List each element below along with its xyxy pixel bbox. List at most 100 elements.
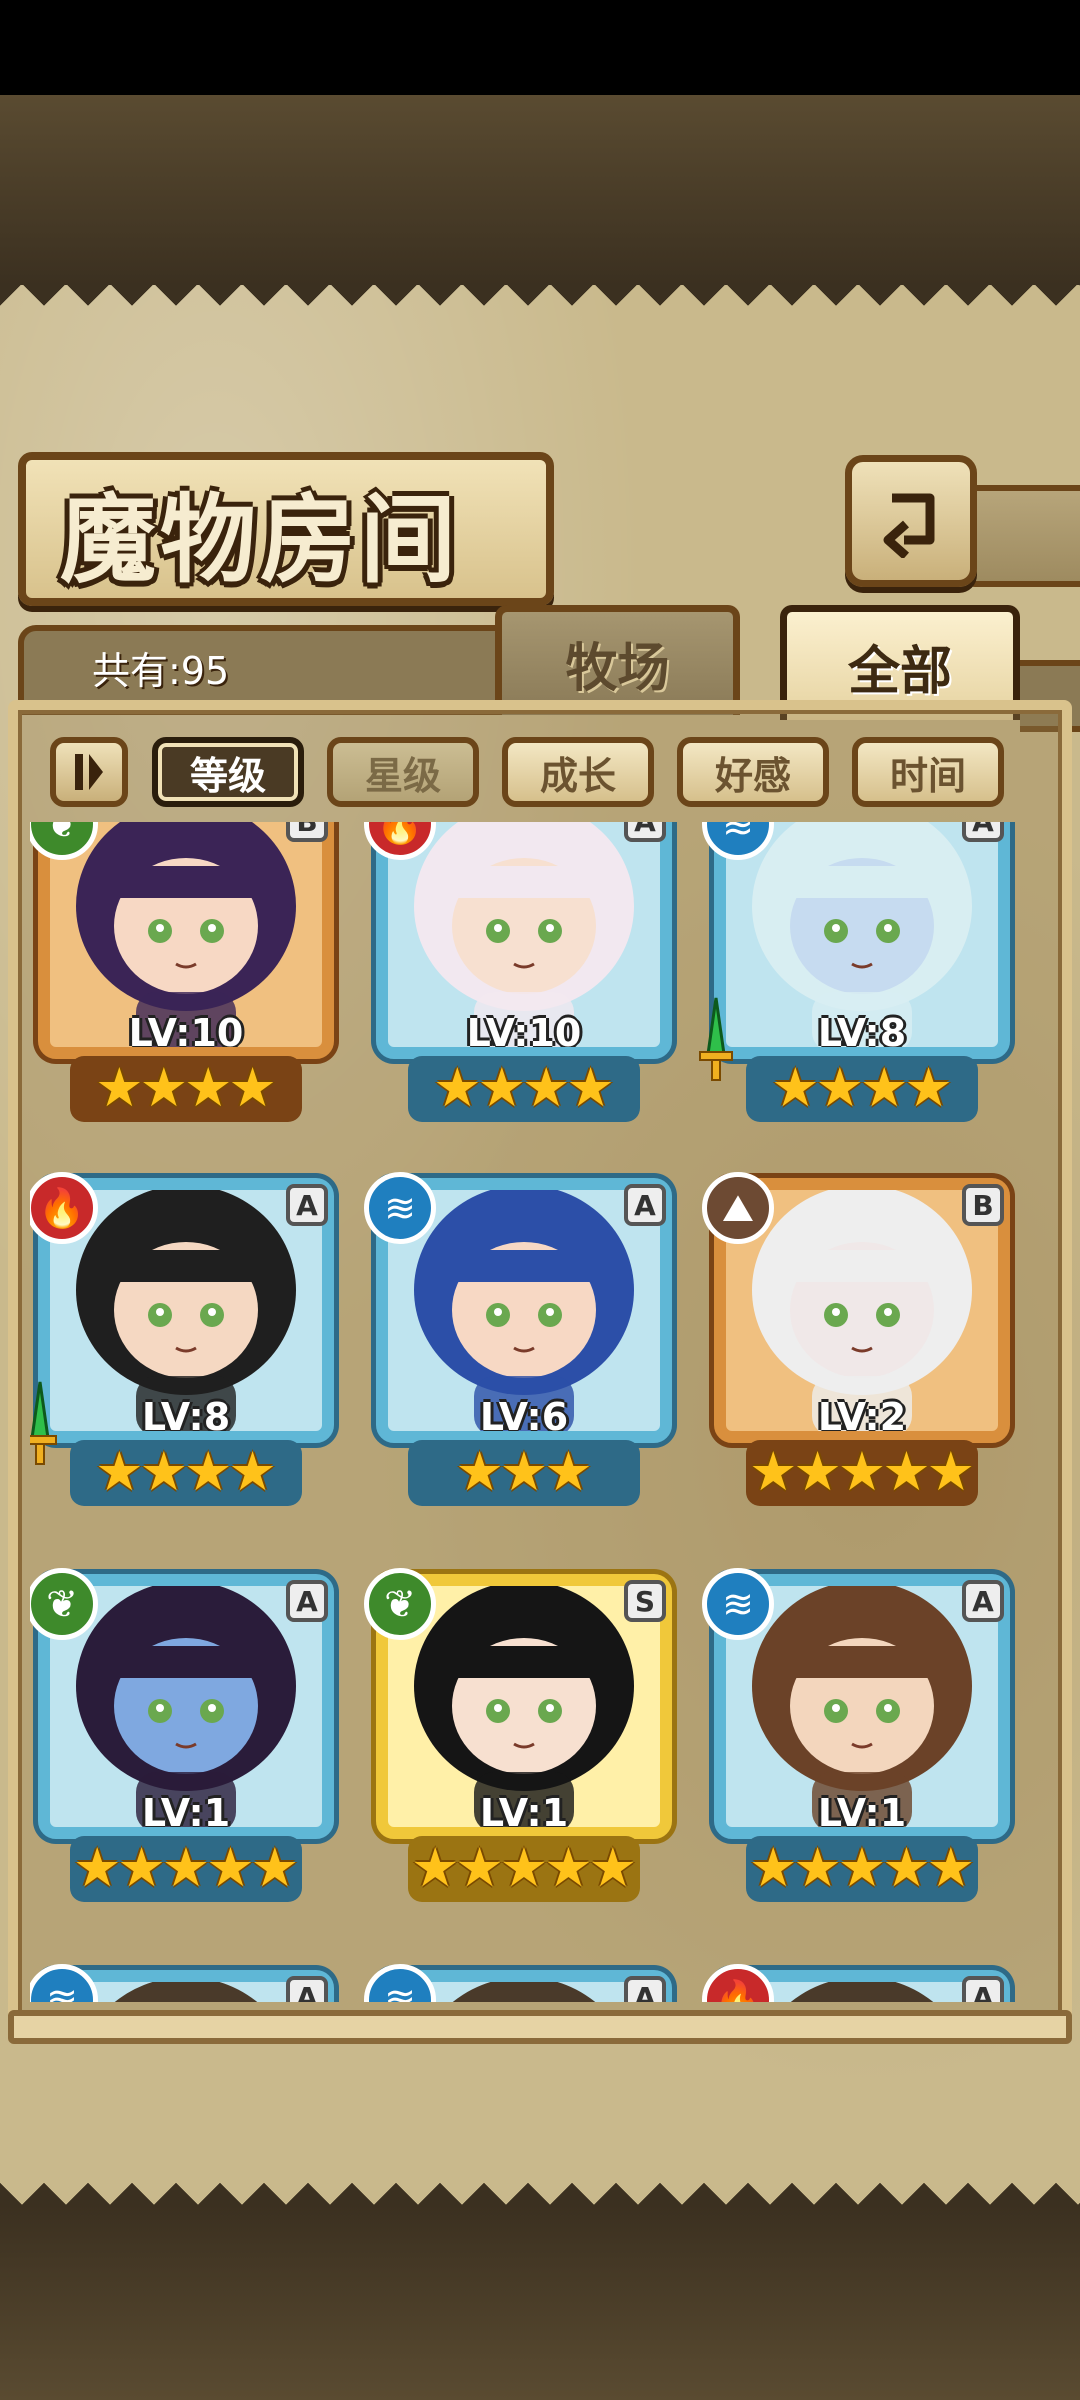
monster-card[interactable]: A ≋	[30, 1964, 342, 2002]
star-icon: ★	[544, 1440, 593, 1503]
rank-badge: A	[286, 1184, 328, 1226]
star-icon: ★	[926, 1440, 976, 1503]
star-icon: ★	[250, 1836, 300, 1899]
water-element-icon: ≋	[364, 1172, 436, 1244]
star-icon: ★	[95, 1056, 144, 1119]
star-icon: ★	[793, 1440, 842, 1503]
star-rating: ★ ★ ★ ★	[30, 1436, 342, 1508]
star-icon: ★	[184, 1440, 233, 1503]
back-button-tail	[965, 485, 1080, 587]
monster-level: LV:10	[466, 1011, 582, 1055]
rank-badge: S	[624, 1580, 666, 1622]
monster-card[interactable]: A ≋	[364, 1964, 680, 2002]
star-icon: ★	[837, 1836, 887, 1899]
monster-level: LV:10	[128, 1011, 244, 1055]
monster-card[interactable]: LV:1 A ≋ ★ ★ ★ ★ ★	[702, 1568, 1018, 1904]
water-element-icon: ≋	[702, 1568, 774, 1640]
star-icon: ★	[477, 1056, 526, 1119]
rank-badge: B	[286, 822, 328, 842]
card-frame: LV:10	[38, 822, 334, 1059]
star-icon: ★	[433, 1056, 482, 1119]
rank-badge: A	[286, 1976, 328, 2002]
rank-badge: A	[962, 822, 1004, 842]
star-icon: ★	[882, 1836, 931, 1899]
bottom-band	[0, 2205, 1080, 2400]
leaf-element-icon: ❦	[364, 1568, 436, 1640]
zigzag-edge-top	[0, 285, 1080, 325]
panel-bottom-rail	[8, 2010, 1072, 2044]
sort-star-button[interactable]: 星级	[327, 737, 479, 807]
monster-card[interactable]: LV:10B❦★★★★	[30, 822, 342, 1124]
star-icon: ★	[206, 1836, 255, 1899]
star-icon: ★	[499, 1440, 549, 1503]
monster-level: LV:1	[817, 1791, 907, 1835]
star-rating: ★ ★ ★ ★	[706, 1052, 1018, 1124]
star-rating: ★ ★ ★ ★	[368, 1052, 680, 1124]
star-icon: ★	[566, 1056, 615, 1119]
top-band	[0, 95, 1080, 285]
star-icon: ★	[793, 1836, 842, 1899]
status-bar	[0, 0, 1080, 95]
monster-card[interactable]: LV:10A🔥★★★★	[364, 822, 680, 1124]
star-icon: ★	[455, 1836, 504, 1899]
monster-grid: LV:10B❦★★★★LV:10A🔥★★★★LV:8A≋★★★★LV:8A🔥★★…	[30, 822, 1050, 2002]
star-rating: ★ ★ ★ ★	[30, 1052, 342, 1124]
star-rating: ★ ★ ★	[368, 1436, 680, 1508]
rank-badge: A	[962, 1580, 1004, 1622]
tab-ranch[interactable]: 牧场	[495, 605, 740, 715]
star-rating: ★ ★ ★ ★ ★	[706, 1436, 1018, 1508]
rank-badge: A	[624, 1184, 666, 1226]
rank-badge: A	[962, 1976, 1004, 2002]
page-title: 魔物房间	[60, 484, 460, 596]
star-icon: ★	[837, 1440, 887, 1503]
monster-card[interactable]: LV:1 A ❦ ★ ★ ★ ★ ★	[30, 1568, 342, 1904]
monster-card[interactable]: LV:8A≋★★★★	[699, 822, 1018, 1124]
sort-affection-button[interactable]: 好感	[677, 737, 829, 807]
star-icon: ★	[139, 1056, 188, 1119]
monster-card[interactable]: LV:6 A ≋ ★ ★ ★	[364, 1172, 680, 1508]
star-rating: ★ ★ ★ ★ ★	[368, 1832, 680, 1904]
monster-card[interactable]: A 🔥	[702, 1964, 1018, 2002]
star-icon: ★	[410, 1836, 460, 1899]
star-icon: ★	[499, 1836, 549, 1899]
star-icon: ★	[926, 1836, 976, 1899]
star-icon: ★	[95, 1440, 144, 1503]
card-frame: LV:10	[376, 822, 672, 1059]
rank-badge: A	[286, 1580, 328, 1622]
star-icon: ★	[184, 1056, 233, 1119]
monster-level: LV:2	[817, 1395, 907, 1439]
sort-order-icon	[75, 754, 103, 790]
monster-level: LV:8	[817, 1011, 907, 1055]
star-icon: ★	[815, 1056, 864, 1119]
star-icon: ★	[544, 1836, 593, 1899]
sort-time-button[interactable]: 时间	[852, 737, 1004, 807]
return-arrow-icon	[883, 493, 935, 558]
rank-badge: A	[624, 1976, 666, 2002]
star-icon: ★	[748, 1836, 798, 1899]
star-rating: ★ ★ ★ ★ ★	[706, 1832, 1018, 1904]
monster-count: 共有:95	[92, 649, 230, 693]
monster-card[interactable]: LV:1 S ❦ ★ ★ ★ ★ ★	[364, 1568, 680, 1904]
sort-order-toggle[interactable]	[50, 737, 128, 807]
star-icon: ★	[72, 1836, 122, 1899]
monster-card[interactable]: LV:8 A 🔥 ★ ★ ★ ★	[30, 1172, 342, 1508]
star-icon: ★	[522, 1056, 571, 1119]
rank-badge: A	[624, 822, 666, 842]
sort-level-button[interactable]: 等级	[152, 737, 304, 807]
star-icon: ★	[860, 1056, 909, 1119]
monster-level: LV:8	[141, 1395, 231, 1439]
star-icon: ★	[771, 1056, 820, 1119]
star-icon: ★	[117, 1836, 166, 1899]
monster-level: LV:1	[479, 1791, 569, 1835]
earth-element-icon: ⛰	[702, 1172, 774, 1244]
zigzag-edge-bottom	[0, 2160, 1080, 2205]
back-button[interactable]	[845, 455, 977, 587]
star-icon: ★	[228, 1440, 277, 1503]
star-icon: ★	[455, 1440, 504, 1503]
sort-growth-button[interactable]: 成长	[502, 737, 654, 807]
monster-card[interactable]: LV:2 B ⛰ ★ ★ ★ ★ ★	[702, 1172, 1018, 1508]
star-icon: ★	[139, 1440, 188, 1503]
star-icon: ★	[161, 1836, 211, 1899]
rank-badge: B	[962, 1184, 1004, 1226]
star-icon: ★	[228, 1056, 277, 1119]
